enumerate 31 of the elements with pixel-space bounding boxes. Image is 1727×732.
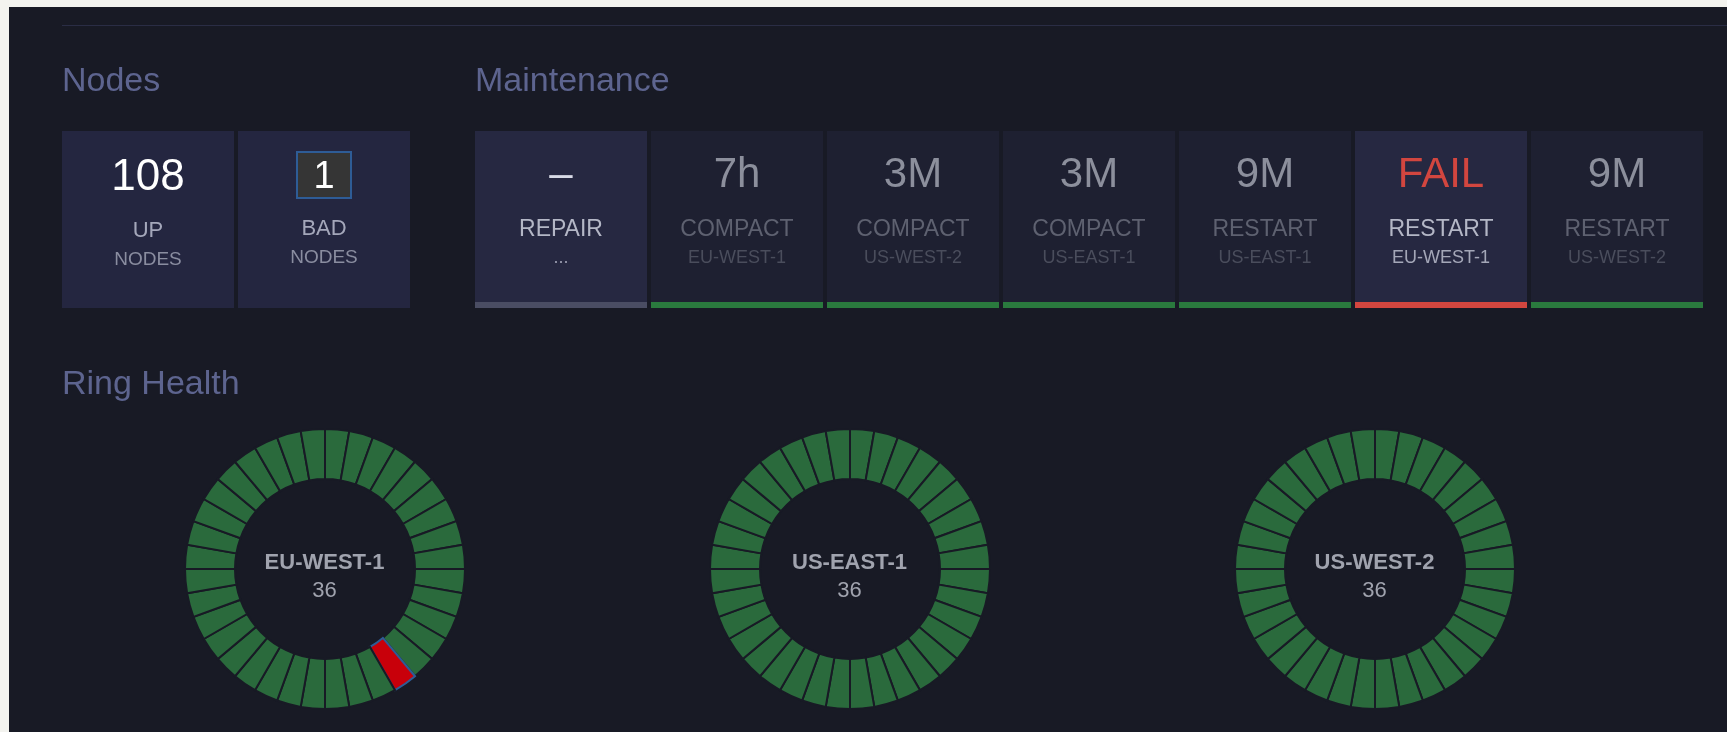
ring-name: EU-WEST-1 <box>264 548 385 576</box>
section-title: Nodes <box>62 59 162 99</box>
count-value: 1 <box>296 151 352 199</box>
count-label: UP <box>132 217 164 243</box>
task-region: ... <box>553 246 569 269</box>
task-value: 3M <box>1059 149 1119 197</box>
ring-name: US-WEST-2 <box>1314 548 1435 576</box>
count-sublabel: NODES <box>114 247 182 271</box>
task-label: REPAIR <box>519 214 603 243</box>
section-title: Ring Health <box>62 362 241 402</box>
count-label: BAD <box>301 215 347 241</box>
task-label: RESTART <box>1388 214 1494 243</box>
count-sublabel: NODES <box>290 245 358 269</box>
task-value: FAIL <box>1397 149 1485 197</box>
count-value: 108 <box>111 149 185 201</box>
task-value: 3M <box>883 149 943 197</box>
task-value: 9M <box>1587 149 1647 197</box>
ring-count: 36 <box>837 576 862 604</box>
task-label: RESTART <box>1212 214 1318 243</box>
task-value: – <box>549 149 573 197</box>
task-value: 7h <box>713 149 761 197</box>
task-region: EU-WEST-1 <box>1392 246 1490 269</box>
task-label: COMPACT <box>1032 214 1146 243</box>
task-label: RESTART <box>1564 214 1670 243</box>
ring-count: 36 <box>1362 576 1387 604</box>
ring-name: US-EAST-1 <box>792 548 907 576</box>
task-label: COMPACT <box>856 214 970 243</box>
section-title: Maintenance <box>475 59 671 99</box>
task-label: COMPACT <box>680 214 794 243</box>
ring-count: 36 <box>312 576 337 604</box>
task-value: 9M <box>1235 149 1295 197</box>
